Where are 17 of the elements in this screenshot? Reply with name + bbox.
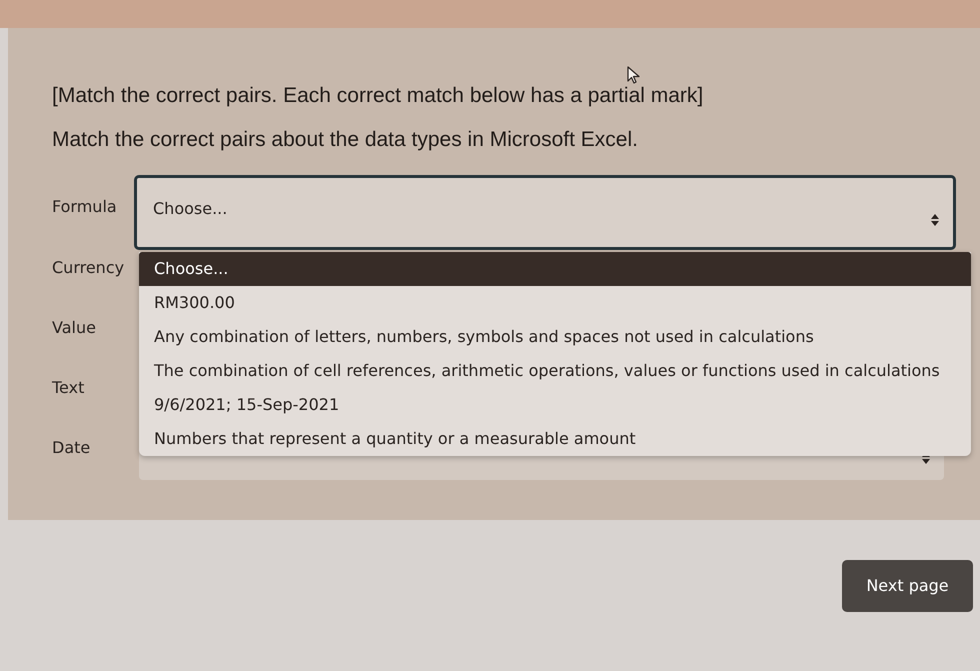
- caret-icon: [931, 214, 939, 226]
- instruction-text: [Match the correct pairs. Each correct match below has a partial mark]: [52, 85, 704, 107]
- pair-label: Formula: [52, 196, 118, 217]
- dropdown-option[interactable]: 9/6/2021; 15-Sep-2021: [139, 388, 971, 422]
- pair-label: Value: [52, 317, 97, 338]
- cursor-icon: [627, 66, 640, 84]
- pair-label: Date: [52, 437, 92, 458]
- pair-label: Text: [52, 377, 86, 398]
- select-field[interactable]: Choose...: [134, 175, 956, 250]
- pair-label: Currency: [52, 257, 126, 278]
- dropdown-option[interactable]: Any combination of letters, numbers, symbols and spaces not used in calculations: [139, 320, 971, 354]
- dropdown-option[interactable]: Choose...: [139, 252, 971, 286]
- dropdown-option[interactable]: Numbers that represent a quantity or a measurable amount: [139, 422, 971, 456]
- next-page-button[interactable]: Next page: [842, 560, 973, 612]
- dropdown-option[interactable]: RM300.00: [139, 286, 971, 320]
- instruction-text: Match the correct pairs about the data types in Microsoft Excel.: [52, 129, 638, 151]
- dropdown-option[interactable]: The combination of cell references, arithmetic operations, values or functions used in calculations: [139, 354, 971, 388]
